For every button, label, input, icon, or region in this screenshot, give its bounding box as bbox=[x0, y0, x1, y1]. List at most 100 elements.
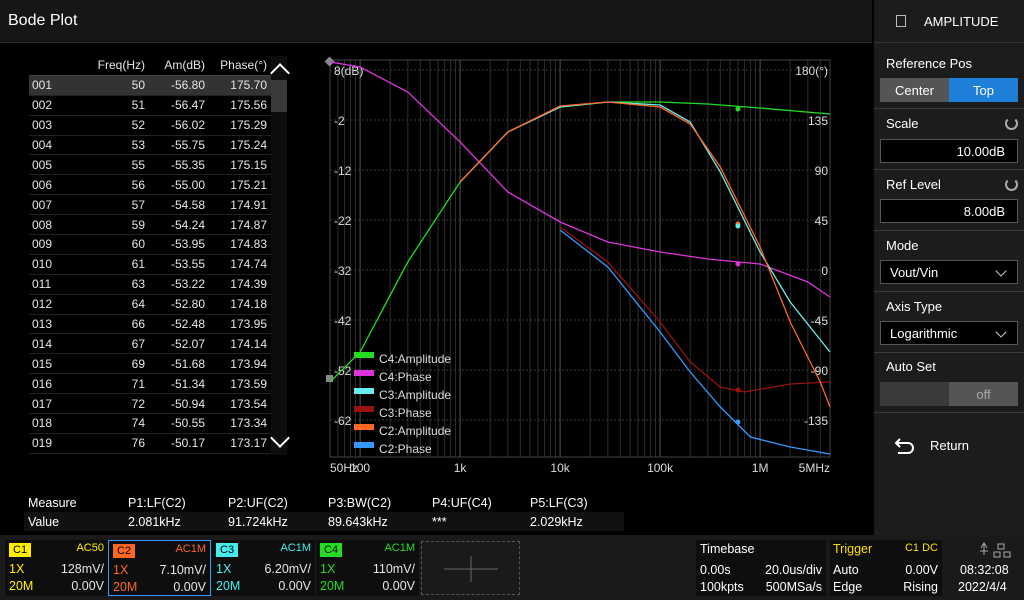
ref-pos-top[interactable]: Top bbox=[949, 78, 1018, 102]
table-row[interactable]: 013 66 -52.48 173.95 bbox=[29, 315, 271, 335]
table-row[interactable]: 005 55 -55.35 175.15 bbox=[29, 155, 271, 176]
table-row[interactable]: 011 63 -53.22 174.39 bbox=[29, 275, 271, 295]
legend-swatch bbox=[354, 370, 374, 376]
table-row[interactable]: 003 52 -56.02 175.29 bbox=[29, 116, 271, 136]
legend-label: C2:Amplitude bbox=[379, 424, 451, 438]
table-row[interactable]: 019 76 -50.17 173.17 bbox=[29, 434, 271, 454]
measure-table: Measure P1:LF(C2) P2:UF(C2) P3:BW(C2) P4:UF(… bbox=[24, 493, 624, 531]
table-scrollbar[interactable] bbox=[271, 56, 287, 455]
y-right-tick: 135 bbox=[808, 114, 828, 128]
y-left-tick: -62 bbox=[334, 414, 352, 428]
y-left-tick: 8(dB) bbox=[334, 64, 363, 78]
table-row[interactable]: 009 60 -53.95 174.83 bbox=[29, 235, 271, 255]
legend-swatch bbox=[354, 406, 374, 412]
ref-pos-center[interactable]: Center bbox=[880, 78, 949, 102]
plus-icon bbox=[444, 556, 498, 582]
legend-label: C3:Phase bbox=[379, 406, 432, 420]
table-row[interactable]: 010 61 -53.55 174.74 bbox=[29, 255, 271, 275]
table-row[interactable]: 007 57 -54.58 174.91 bbox=[29, 195, 271, 216]
x-tick: 10k bbox=[550, 461, 570, 475]
table-row[interactable]: 018 74 -50.55 173.34 bbox=[29, 414, 271, 434]
table-row[interactable]: 006 56 -55.00 175.21 bbox=[29, 175, 271, 196]
bode-plot[interactable]: 8(dB)-2-12-22-32-42-52-62180(°)13590450-… bbox=[322, 52, 832, 482]
measure-value: 89.643kHz bbox=[328, 514, 388, 529]
scale-field[interactable]: 10.00dB bbox=[880, 139, 1018, 163]
scale-reset-icon[interactable] bbox=[1005, 117, 1018, 130]
y-left-tick: -12 bbox=[334, 164, 352, 178]
autoset-label: Auto Set bbox=[886, 359, 936, 374]
channel-c3[interactable]: C3 AC1M 1X 6.20mV/ 20M 0.00V bbox=[212, 540, 315, 596]
legend-label: C4:Amplitude bbox=[379, 352, 451, 366]
ref-level-label: Ref Level bbox=[886, 177, 941, 192]
chevron-down-icon bbox=[995, 326, 1007, 338]
ref-level-reset-icon[interactable] bbox=[1005, 178, 1018, 191]
scale-label: Scale bbox=[886, 116, 919, 131]
measure-name: P2:UF(C2) bbox=[228, 495, 288, 510]
ref-level-field[interactable]: 8.00dB bbox=[880, 199, 1018, 223]
panel-header: AMPLITUDE bbox=[874, 0, 1024, 43]
x-tick: 1k bbox=[454, 461, 468, 475]
mode-label: Mode bbox=[886, 238, 919, 253]
table-row[interactable]: 008 59 -54.24 174.87 bbox=[29, 215, 271, 236]
table-row[interactable]: 015 69 -51.68 173.94 bbox=[29, 354, 271, 375]
axis-type-label: Axis Type bbox=[886, 299, 943, 314]
legend-swatch bbox=[354, 388, 374, 394]
x-tick: 100k bbox=[647, 461, 674, 475]
chevron-down-icon bbox=[995, 265, 1007, 277]
measure-name: P1:LF(C2) bbox=[128, 495, 186, 510]
table-row[interactable]: 012 64 -52.80 174.18 bbox=[29, 295, 271, 315]
page-title: Bode Plot bbox=[8, 12, 78, 29]
channel-c4[interactable]: C4 AC1M 1X 110mV/ 20M 0.00V bbox=[316, 540, 419, 596]
measure-name: P3:BW(C2) bbox=[328, 495, 392, 510]
legend-label: C3:Amplitude bbox=[379, 388, 451, 402]
measure-name: P4:UF(C4) bbox=[432, 495, 492, 510]
scrollbar-thumb[interactable] bbox=[271, 80, 287, 112]
value-label: Value bbox=[28, 514, 60, 529]
usb-network-icon bbox=[980, 542, 1011, 558]
axis-type-select[interactable]: Logarithmic bbox=[880, 321, 1018, 345]
channel-c2[interactable]: C2 AC1M 1X 7.10mV/ 20M 0.00V bbox=[108, 540, 211, 596]
table-row[interactable]: 014 67 -52.07 174.14 bbox=[29, 334, 271, 355]
y-right-tick: -90 bbox=[811, 364, 829, 378]
legend-swatch bbox=[354, 424, 374, 430]
y-left-tick: -42 bbox=[334, 314, 352, 328]
legend-swatch bbox=[354, 352, 374, 358]
y-left-tick: -32 bbox=[334, 264, 352, 278]
table-row[interactable]: 017 72 -50.94 173.54 bbox=[29, 394, 271, 415]
measure-value: 2.029kHz bbox=[530, 514, 583, 529]
measure-value: 2.081kHz bbox=[128, 514, 181, 529]
trigger-panel[interactable]: Trigger C1 DC Auto 0.00V Edge Rising bbox=[830, 540, 942, 596]
measure-label: Measure bbox=[28, 495, 77, 510]
autoset-toggle[interactable]: off bbox=[880, 382, 1018, 406]
legend-label: C4:Phase bbox=[379, 370, 432, 384]
table-header: Freq(Hz) Am(dB) Phase(°) bbox=[29, 56, 271, 76]
measure-value: *** bbox=[432, 514, 447, 529]
measure-name: P5:LF(C3) bbox=[530, 495, 588, 510]
ref-pos-label: Reference Pos bbox=[886, 56, 972, 71]
y-left-tick: -22 bbox=[334, 214, 352, 228]
add-channel-slot[interactable] bbox=[421, 541, 520, 595]
clock-panel: 08:32:08 2022/4/4 bbox=[946, 540, 1024, 596]
right-panel: AMPLITUDE Reference Pos Center Top Scale… bbox=[874, 0, 1024, 535]
y-right-tick: 180(°) bbox=[795, 64, 828, 78]
y-right-tick: 45 bbox=[815, 214, 829, 228]
table-row[interactable]: 001 50 -56.80 175.70 bbox=[29, 75, 271, 96]
x-tick: 1M bbox=[752, 461, 769, 475]
legend-label: C2:Phase bbox=[379, 442, 432, 456]
x-tick: 5MHz bbox=[799, 461, 830, 475]
title-bar: Bode Plot bbox=[0, 0, 872, 43]
return-button[interactable]: Return bbox=[874, 420, 1024, 470]
y-right-tick: -45 bbox=[811, 314, 829, 328]
table-row[interactable]: 004 53 -55.75 175.24 bbox=[29, 136, 271, 156]
timebase-panel[interactable]: Timebase 0.00s 20.0us/div 100kpts 500MSa… bbox=[696, 540, 826, 596]
y-right-tick: 90 bbox=[815, 164, 829, 178]
return-icon bbox=[894, 438, 914, 454]
ref-pos-toggle[interactable]: Center Top bbox=[880, 78, 1018, 102]
data-table: Freq(Hz) Am(dB) Phase(°) 001 50 -56.80 175.… bbox=[29, 56, 271, 455]
measure-value: 91.724kHz bbox=[228, 514, 288, 529]
table-row[interactable]: 016 71 -51.34 173.59 bbox=[29, 374, 271, 395]
channel-c1[interactable]: C1 AC50 1X 128mV/ 20M 0.00V bbox=[5, 540, 108, 596]
y-right-tick: -135 bbox=[804, 414, 828, 428]
table-row[interactable]: 002 51 -56.47 175.56 bbox=[29, 96, 271, 116]
mode-select[interactable]: Vout/Vin bbox=[880, 260, 1018, 284]
